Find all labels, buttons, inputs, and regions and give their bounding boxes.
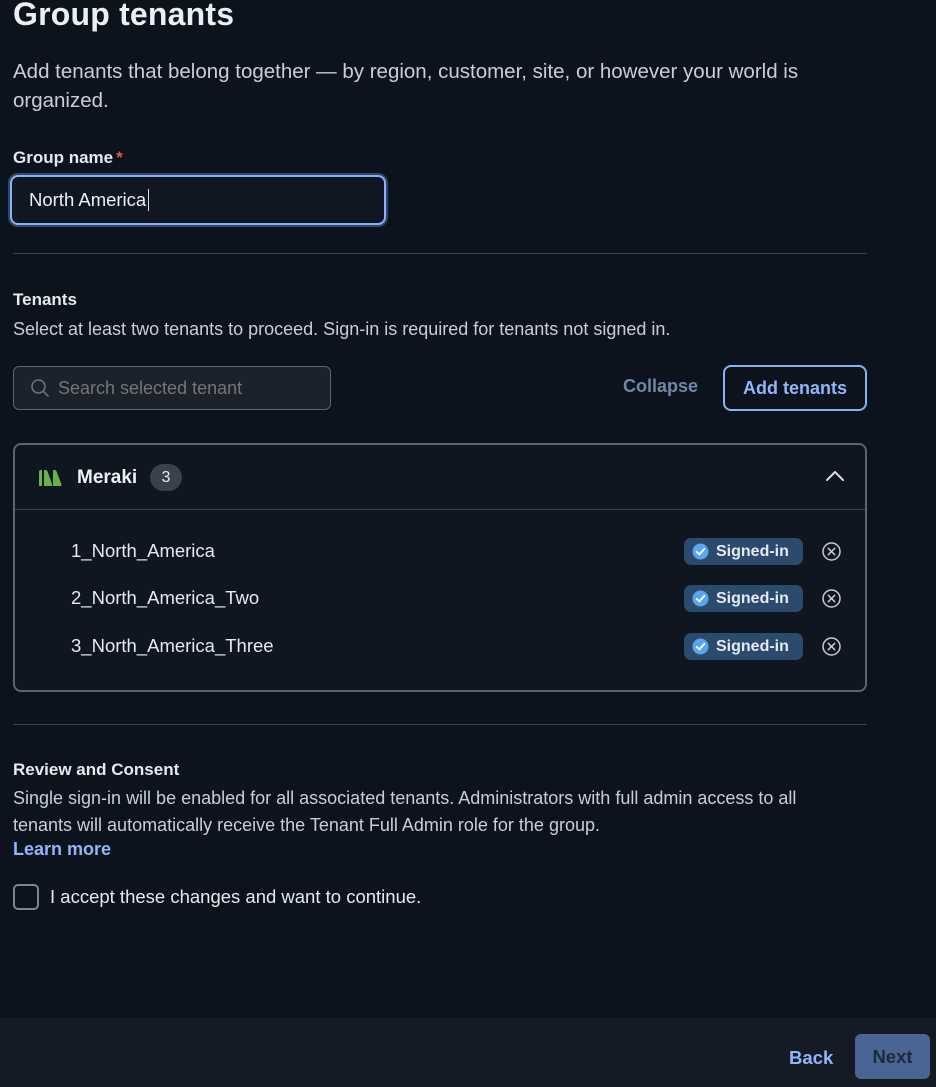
required-marker: * (116, 148, 123, 167)
review-consent-title: Review and Consent (13, 760, 180, 779)
search-icon (30, 378, 50, 398)
tenant-group-panel: Meraki 3 1_North_America Signed-in 2_Nor… (13, 443, 867, 692)
signed-in-label: Signed-in (716, 542, 789, 560)
tenant-name: 2_North_America_Two (71, 587, 260, 608)
check-circle-icon (692, 638, 709, 655)
accept-checkbox-label[interactable]: I accept these changes and want to conti… (50, 886, 421, 908)
search-selected-tenant[interactable] (13, 366, 331, 410)
signed-in-badge: Signed-in (684, 585, 803, 612)
remove-circle-icon[interactable] (821, 541, 842, 562)
learn-more-link[interactable]: Learn more (13, 839, 111, 860)
tenant-row: 2_North_America_Two Signed-in (15, 580, 865, 616)
page-subtitle: Add tenants that belong together — by re… (13, 60, 799, 112)
check-circle-icon (692, 590, 709, 607)
group-name-input[interactable]: North America (10, 175, 386, 225)
signed-in-label: Signed-in (716, 589, 789, 607)
back-button[interactable]: Back (789, 1047, 833, 1069)
tenants-title: Tenants (13, 290, 77, 309)
group-name-value: North America (29, 189, 147, 210)
tenant-count-badge: 3 (150, 464, 182, 491)
tenant-group-header[interactable]: Meraki 3 (15, 445, 865, 510)
group-name-label-text: Group name (13, 148, 114, 167)
check-circle-icon (692, 543, 709, 560)
signed-in-badge: Signed-in (684, 633, 803, 660)
search-input[interactable] (58, 377, 318, 399)
next-button[interactable]: Next (855, 1034, 930, 1079)
divider (13, 253, 867, 254)
tenant-name: 1_North_America (71, 540, 215, 561)
review-consent-text: Single sign-in will be enabled for all a… (13, 788, 797, 835)
footer-bar: Back Next (0, 1018, 936, 1087)
signed-in-badge: Signed-in (684, 538, 803, 565)
page-title: Group tenants (13, 0, 235, 32)
group-name-label: Group name * (13, 148, 123, 168)
text-caret (148, 189, 150, 211)
meraki-logo-icon (37, 470, 65, 486)
accept-checkbox[interactable] (13, 884, 39, 910)
remove-circle-icon[interactable] (821, 588, 842, 609)
tenant-row: 1_North_America Signed-in (15, 533, 865, 569)
chevron-up-icon[interactable] (825, 469, 845, 483)
group-tenants-page: Group tenants Add tenants that belong to… (0, 0, 936, 1087)
tenant-name: 3_North_America_Three (71, 635, 274, 656)
divider (13, 724, 867, 725)
tenant-row: 3_North_America_Three Signed-in (15, 628, 865, 664)
tenants-description: Select at least two tenants to proceed. … (13, 319, 671, 339)
collapse-button[interactable]: Collapse (623, 376, 698, 397)
signed-in-label: Signed-in (716, 637, 789, 655)
tenant-group-name: Meraki (77, 467, 138, 488)
add-tenants-button[interactable]: Add tenants (723, 365, 867, 411)
remove-circle-icon[interactable] (821, 636, 842, 657)
